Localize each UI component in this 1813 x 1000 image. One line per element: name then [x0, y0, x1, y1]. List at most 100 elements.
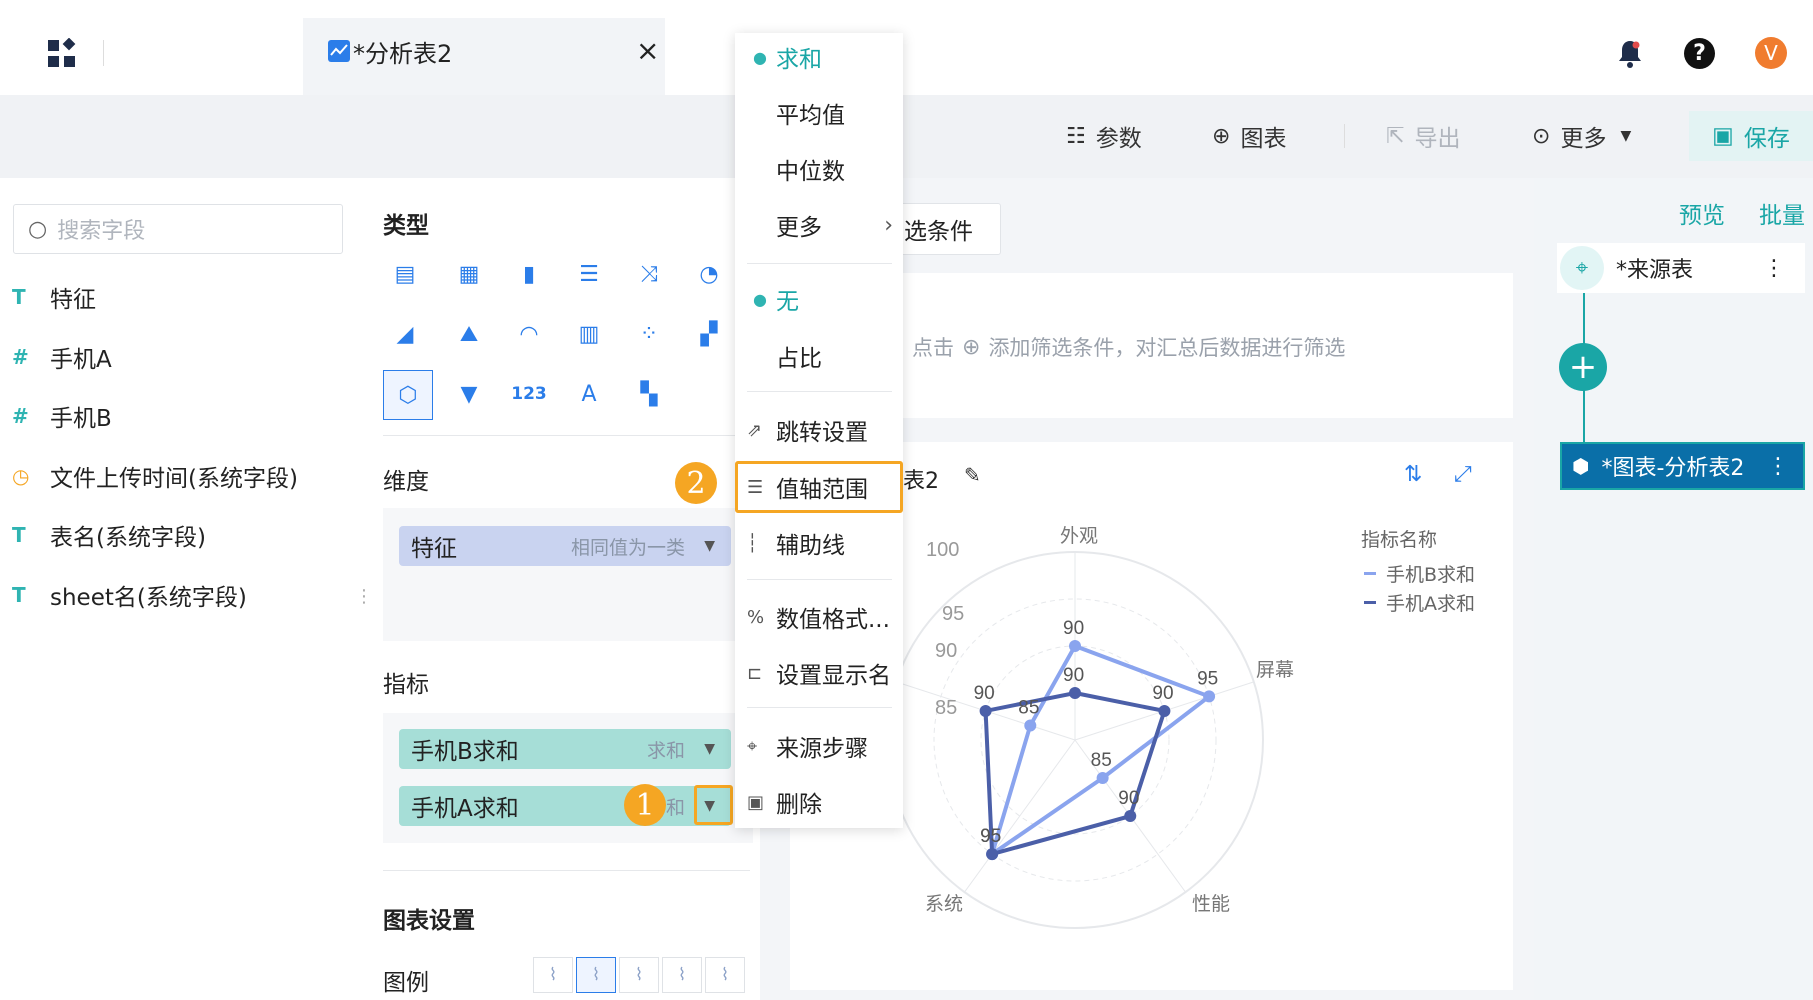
help-icon[interactable]: ? [1684, 38, 1715, 69]
filter-hint: 点击 ⊕ 添加筛选条件，对汇总后数据进行筛选 [912, 334, 1346, 361]
combo-chart-icon[interactable]: ⤨ [632, 257, 666, 291]
search-input[interactable]: ○ 搜索字段 [13, 204, 343, 254]
node-menu-icon[interactable]: ⋮ [1767, 454, 1789, 479]
add-chart-button[interactable]: ⊕ 图表 [1212, 118, 1286, 154]
menu-sum[interactable]: ● 求和 [735, 35, 903, 79]
radar-point[interactable] [1024, 719, 1037, 732]
menu-display-name-icon: ⊏ [747, 662, 763, 684]
text-type-icon: T [12, 523, 26, 547]
cross-table-icon[interactable]: ▦ [452, 257, 486, 291]
radar-data-label: 90 [1063, 665, 1084, 686]
stacked-bar-icon[interactable]: ▥ [572, 317, 606, 351]
table-icon[interactable]: ▤ [388, 257, 422, 291]
kpi-icon[interactable]: 123 [511, 377, 547, 411]
source-node-icon: ⌖ [1560, 246, 1604, 290]
radar-chart-icon[interactable]: ⬡ [383, 370, 433, 420]
radar-point[interactable] [1069, 687, 1081, 699]
field-upload-time[interactable]: ◷ 文件上传时间(系统字段) [12, 456, 298, 496]
legend-item-b[interactable]: 手机B求和 [1364, 560, 1475, 587]
word-cloud-icon[interactable]: A [572, 377, 606, 411]
node-menu-icon[interactable]: ⋮ [1763, 256, 1785, 281]
menu-delete[interactable]: ▣ 删除 [735, 780, 903, 824]
dimension-pill[interactable]: 特征 相同值为一类 ▼ [399, 526, 731, 566]
map-chart-icon[interactable]: ⛰ [452, 317, 486, 351]
chart-node[interactable]: ⬢ *图表-分析表2 ⋮ [1560, 442, 1805, 490]
batch-link[interactable]: 批量 [1759, 196, 1805, 230]
more-circle-icon: ⊙ [1532, 123, 1551, 149]
bar-chart-icon[interactable]: ▮ [512, 257, 546, 291]
treemap-icon[interactable]: ▞ [692, 317, 726, 351]
menu-divider [747, 263, 892, 264]
menu-highlight-box [735, 461, 903, 513]
add-step-button[interactable]: + [1559, 343, 1607, 391]
export-button[interactable]: ⇱ 导出 [1386, 118, 1460, 154]
radar-data-label: 90 [1118, 788, 1139, 809]
menu-number-format-icon: % [747, 606, 765, 628]
radar-point[interactable] [1124, 810, 1137, 823]
field-sheet-name[interactable]: Tsheet名(系统字段) [12, 575, 247, 615]
legend-pos-top-icon[interactable]: ⌇ [533, 957, 573, 993]
tab-close-icon[interactable]: × [636, 34, 659, 67]
params-button[interactable]: ☷ 参数 [1066, 118, 1142, 154]
legend-item-a[interactable]: 手机A求和 [1364, 589, 1475, 616]
field-table-name[interactable]: T 表名(系统字段) [12, 515, 206, 555]
radar-data-label: 90 [1152, 683, 1173, 704]
radar-point[interactable] [1069, 640, 1081, 652]
menu-average[interactable]: 平均值 [735, 91, 903, 135]
legend-pos-bottom-icon[interactable]: ⌇ [662, 957, 702, 993]
plus-circle-icon[interactable]: ⊕ [962, 335, 980, 360]
radar-category-label: 系统 [925, 893, 963, 915]
radar-point[interactable] [1203, 690, 1216, 703]
menu-more[interactable]: 更多 › [735, 203, 903, 247]
filter-conditions-button[interactable]: 选条件 [895, 203, 1001, 255]
source-node[interactable]: ⌖ *来源表 ⋮ [1557, 243, 1805, 293]
bell-icon[interactable] [1615, 38, 1645, 70]
number-type-icon: # [12, 404, 29, 428]
gauge-icon[interactable]: ◠ [512, 317, 546, 351]
top-bar [0, 0, 1813, 95]
menu-divider [747, 579, 892, 580]
menu-number-format[interactable]: % 数值格式... [735, 595, 903, 639]
radar-point[interactable] [979, 704, 992, 717]
caret-down-icon: ▼ [1620, 128, 1632, 144]
pie-chart-icon[interactable]: ◔ [692, 257, 726, 291]
metric-pill-b[interactable]: 手机B求和 求和 ▼ [399, 729, 731, 769]
caret-down-icon[interactable]: ▼ [704, 538, 715, 554]
expand-icon[interactable]: ⤢ [1454, 462, 1472, 487]
radar-point[interactable] [1096, 772, 1109, 785]
caret-down-icon[interactable]: ▼ [704, 741, 715, 757]
more-button[interactable]: ⊙ 更多 ▼ [1532, 118, 1631, 154]
area-chart-icon[interactable]: ◢ [388, 317, 422, 351]
radar-point[interactable] [1158, 704, 1171, 717]
heatmap-icon[interactable]: ▚ [632, 377, 666, 411]
radar-point[interactable] [986, 848, 999, 861]
field-phone-a[interactable]: # 手机A [12, 337, 112, 377]
sort-icon[interactable]: ⇅ [1404, 462, 1422, 487]
field-phone-b[interactable]: # 手机B [12, 396, 112, 436]
field-feature[interactable]: T 特征 [12, 277, 96, 317]
scatter-icon[interactable]: ⁘ [632, 317, 666, 351]
legend-pos-top-left-icon[interactable]: ⌇ [576, 957, 616, 993]
legend-pos-left-icon[interactable]: ⌇ [619, 957, 659, 993]
edit-title-icon[interactable]: ✎ [964, 463, 981, 487]
menu-display-name[interactable]: ⊏ 设置显示名 [735, 651, 903, 695]
metric-pill-a[interactable]: 手机A求和 和 ▼ [399, 786, 731, 826]
menu-none[interactable]: ● 无 [735, 277, 903, 321]
menu-source-step-icon: ⌖ [747, 735, 758, 757]
save-button[interactable]: ▣ 保存 [1689, 111, 1813, 161]
menu-guide-line[interactable]: ┆ 辅助线 [735, 521, 903, 565]
legend-pos-none-icon[interactable]: ⌇ [705, 957, 745, 993]
funnel-icon[interactable]: ▼ [452, 377, 486, 411]
radar-data-label: 95 [1197, 668, 1218, 689]
radar-tick-label: 85 [935, 697, 957, 719]
avatar[interactable]: V [1755, 37, 1787, 69]
step-badge-2: 2 [675, 462, 717, 504]
apps-grid-icon[interactable] [46, 37, 78, 70]
horizontal-bar-icon[interactable]: ☰ [572, 257, 606, 291]
preview-link[interactable]: 预览 [1679, 196, 1725, 230]
dropdown-highlight-box[interactable] [694, 785, 733, 825]
menu-median[interactable]: 中位数 [735, 147, 903, 191]
menu-percent[interactable]: 占比 [735, 334, 903, 378]
menu-source-step[interactable]: ⌖ 来源步骤 [735, 724, 903, 768]
menu-jump-settings[interactable]: ⇗ 跳转设置 [735, 408, 903, 452]
